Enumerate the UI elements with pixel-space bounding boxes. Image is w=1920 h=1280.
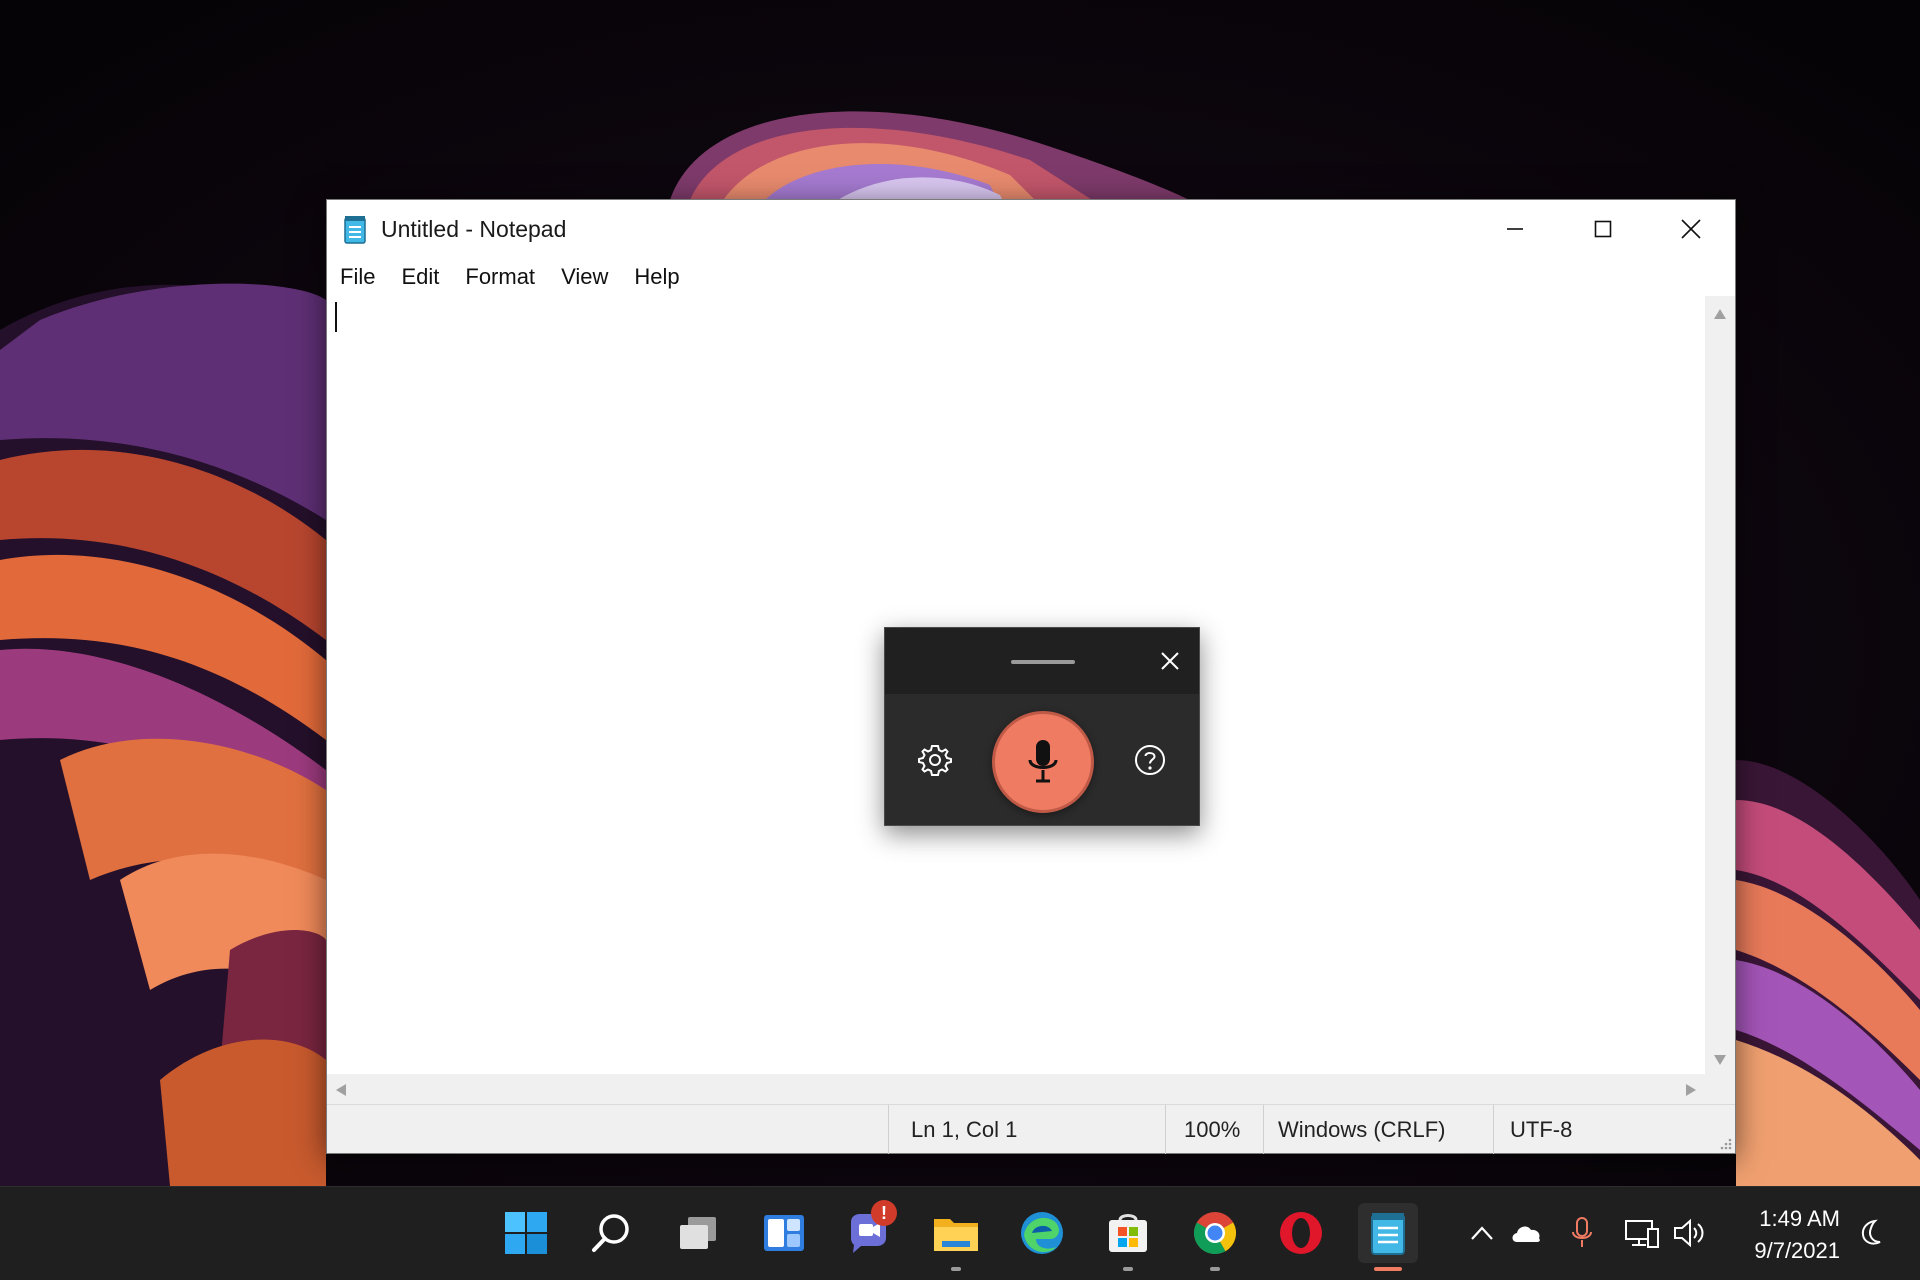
- clock-date: 9/7/2021: [1754, 1238, 1840, 1263]
- scrollbar-corner: [1705, 1074, 1735, 1104]
- file-explorer-button[interactable]: [926, 1203, 986, 1271]
- volume-button[interactable]: [1670, 1213, 1710, 1253]
- menu-help[interactable]: Help: [633, 258, 692, 296]
- line-ending: Windows (CRLF): [1263, 1105, 1493, 1154]
- start-button[interactable]: [496, 1203, 556, 1263]
- taskbar: ! 1:49 AM 9/7/2021: [0, 1186, 1920, 1280]
- encoding: UTF-8: [1493, 1105, 1729, 1154]
- text-caret: [335, 302, 337, 332]
- microphone-in-use-button[interactable]: [1562, 1213, 1602, 1253]
- widgets-icon: [764, 1215, 804, 1251]
- scroll-down-icon[interactable]: [1713, 1054, 1727, 1066]
- close-button[interactable]: [1647, 200, 1735, 258]
- minimize-button[interactable]: [1471, 200, 1559, 258]
- edge-button[interactable]: [1012, 1203, 1072, 1263]
- clock[interactable]: 1:49 AM 9/7/2021: [1740, 1203, 1840, 1267]
- gear-icon[interactable]: [917, 742, 953, 778]
- onedrive-cloud-icon: [1512, 1226, 1540, 1242]
- status-bar: Ln 1, Col 1 100% Windows (CRLF) UTF-8: [327, 1104, 1735, 1154]
- scroll-right-icon[interactable]: [1685, 1083, 1697, 1097]
- volume-icon: [1674, 1218, 1704, 1248]
- store-icon: [1109, 1214, 1147, 1252]
- close-icon: [1161, 652, 1179, 670]
- menu-edit[interactable]: Edit: [400, 258, 452, 296]
- notepad-app-icon: [344, 216, 366, 244]
- minimize-icon: [1507, 228, 1523, 230]
- zoom-level: 100%: [1165, 1105, 1263, 1154]
- menu-format[interactable]: Format: [464, 258, 548, 296]
- horizontal-scrollbar[interactable]: [327, 1074, 1707, 1104]
- vertical-scrollbar[interactable]: [1705, 296, 1735, 1074]
- task-view-icon: [680, 1217, 716, 1249]
- moon-icon: [1861, 1219, 1881, 1245]
- focus-assist-button[interactable]: [1850, 1213, 1890, 1253]
- help-icon[interactable]: [1132, 742, 1168, 778]
- maximize-button[interactable]: [1559, 200, 1647, 258]
- voice-close-button[interactable]: [1155, 646, 1185, 676]
- menu-bar: File Edit Format View Help: [327, 258, 1735, 296]
- clock-time: 1:49 AM: [1759, 1206, 1840, 1231]
- running-indicator: [951, 1267, 961, 1271]
- window-title: Untitled - Notepad: [381, 216, 567, 242]
- start-icon: [505, 1212, 547, 1254]
- store-button[interactable]: [1098, 1203, 1158, 1271]
- onedrive-button[interactable]: [1506, 1213, 1546, 1253]
- chrome-button[interactable]: [1185, 1203, 1245, 1271]
- task-view-button[interactable]: [668, 1203, 728, 1263]
- show-hidden-icons-button[interactable]: [1462, 1213, 1502, 1253]
- microphone-icon: [1572, 1217, 1592, 1247]
- scroll-left-icon[interactable]: [335, 1083, 347, 1097]
- cursor-position: Ln 1, Col 1: [888, 1105, 1165, 1154]
- teams-chat-button[interactable]: !: [840, 1200, 900, 1263]
- active-indicator: [1374, 1267, 1402, 1271]
- network-button[interactable]: [1622, 1213, 1662, 1253]
- voice-panel-header[interactable]: [885, 628, 1199, 694]
- title-bar[interactable]: Untitled - Notepad: [327, 200, 1735, 258]
- menu-view[interactable]: View: [560, 258, 621, 296]
- file-explorer-icon: [934, 1219, 978, 1251]
- running-indicator: [1210, 1267, 1220, 1271]
- chrome-icon: [1193, 1212, 1237, 1255]
- menu-file[interactable]: File: [339, 258, 388, 296]
- scroll-up-icon[interactable]: [1713, 308, 1727, 320]
- network-icon: [1625, 1220, 1659, 1248]
- microphone-button[interactable]: [992, 711, 1094, 813]
- voice-typing-panel: [884, 627, 1200, 826]
- running-indicator: [1123, 1267, 1133, 1271]
- chevron-up-icon: [1471, 1226, 1493, 1240]
- search-button[interactable]: [581, 1203, 641, 1263]
- opera-button[interactable]: [1271, 1203, 1331, 1263]
- notepad-taskbar-button[interactable]: [1358, 1203, 1418, 1271]
- search-icon: [592, 1214, 629, 1252]
- close-icon: [1681, 219, 1701, 239]
- opera-icon: [1280, 1212, 1322, 1254]
- resize-grip-icon[interactable]: [1717, 1135, 1733, 1151]
- drag-handle-icon[interactable]: [1011, 660, 1075, 664]
- notepad-icon: [1371, 1213, 1405, 1255]
- maximize-icon: [1594, 220, 1612, 238]
- edge-icon: [1021, 1212, 1063, 1254]
- chat-badge-text: !: [881, 1203, 887, 1223]
- widgets-button[interactable]: [754, 1203, 814, 1263]
- microphone-icon: [1028, 740, 1058, 783]
